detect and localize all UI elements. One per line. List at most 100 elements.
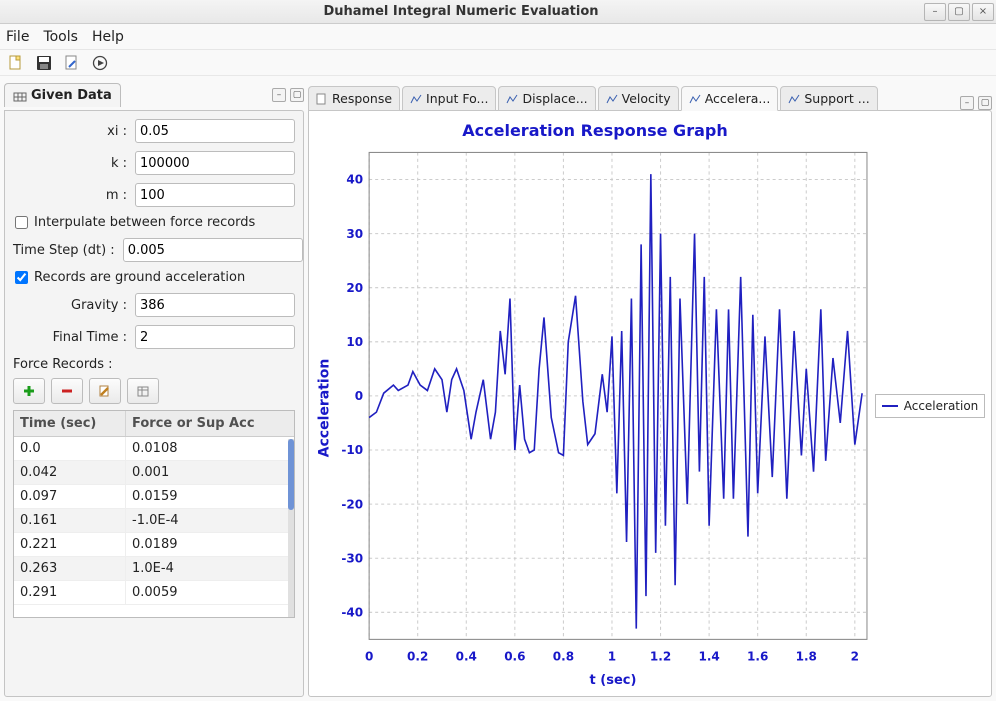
- menu-tools[interactable]: Tools: [43, 29, 78, 45]
- dt-label: Time Step (dt) :: [13, 243, 123, 258]
- cell-force: 0.0189: [126, 533, 294, 556]
- svg-text:20: 20: [346, 281, 363, 295]
- chart-icon: [606, 93, 618, 105]
- cell-time: 0.263: [14, 557, 126, 580]
- table-row[interactable]: 0.2910.0059: [14, 581, 294, 605]
- menu-file[interactable]: File: [6, 29, 29, 45]
- panel-minimize-icon[interactable]: –: [272, 88, 286, 102]
- force-records-label: Force Records :: [13, 357, 295, 372]
- table-row[interactable]: 0.2631.0E-4: [14, 557, 294, 581]
- svg-text:40: 40: [346, 172, 363, 186]
- table-row[interactable]: 0.0970.0159: [14, 485, 294, 509]
- window-title: Duhamel Integral Numeric Evaluation: [0, 4, 922, 19]
- svg-text:0.2: 0.2: [407, 649, 428, 663]
- ground-accel-checkbox[interactable]: [15, 271, 28, 284]
- title-bar: Duhamel Integral Numeric Evaluation – ▢ …: [0, 0, 996, 24]
- tab-response[interactable]: Response: [308, 86, 400, 111]
- cell-force: 0.0059: [126, 581, 294, 604]
- m-input[interactable]: [135, 183, 295, 207]
- tab-displacement[interactable]: Displace...: [498, 86, 595, 111]
- svg-text:0: 0: [365, 649, 373, 663]
- m-label: m :: [13, 188, 135, 203]
- document-icon: [316, 93, 328, 105]
- chart-icon: [788, 93, 800, 105]
- svg-text:1.2: 1.2: [650, 649, 671, 663]
- chart-icon: [410, 93, 422, 105]
- chart-legend: Acceleration: [875, 394, 986, 418]
- maximize-button[interactable]: ▢: [948, 3, 970, 21]
- svg-text:-40: -40: [341, 605, 363, 619]
- chart-plot: 00.20.40.60.811.21.41.61.82-40-30-20-100…: [333, 144, 875, 671]
- svg-text:0: 0: [355, 389, 363, 403]
- svg-text:1: 1: [608, 649, 616, 663]
- remove-record-button[interactable]: [51, 378, 83, 404]
- col-time-header: Time (sec): [14, 411, 126, 436]
- gravity-label: Gravity :: [13, 298, 135, 313]
- svg-text:0.6: 0.6: [504, 649, 525, 663]
- svg-text:1.6: 1.6: [747, 649, 768, 663]
- cell-time: 0.161: [14, 509, 126, 532]
- cell-force: 0.001: [126, 461, 294, 484]
- xi-input[interactable]: [135, 119, 295, 143]
- menu-help[interactable]: Help: [92, 29, 124, 45]
- table-row[interactable]: 0.00.0108: [14, 437, 294, 461]
- chart-title: Acceleration Response Graph: [315, 121, 875, 140]
- svg-text:-10: -10: [341, 443, 363, 457]
- new-file-icon[interactable]: [6, 53, 26, 73]
- y-axis-label: Acceleration: [316, 358, 332, 457]
- final-time-label: Final Time :: [13, 330, 135, 345]
- records-table[interactable]: Time (sec) Force or Sup Acc 0.00.01080.0…: [13, 410, 295, 618]
- tab-acceleration[interactable]: Accelera...: [681, 86, 779, 111]
- chart-icon: [689, 93, 701, 105]
- svg-text:0.4: 0.4: [456, 649, 478, 663]
- import-record-button[interactable]: [127, 378, 159, 404]
- add-record-button[interactable]: [13, 378, 45, 404]
- dt-input[interactable]: [123, 238, 303, 262]
- svg-text:2: 2: [851, 649, 859, 663]
- legend-label: Acceleration: [904, 399, 979, 413]
- close-button[interactable]: ×: [972, 3, 994, 21]
- edit-record-button[interactable]: [89, 378, 121, 404]
- cell-time: 0.291: [14, 581, 126, 604]
- menu-bar: File Tools Help: [0, 24, 996, 50]
- k-label: k :: [13, 156, 135, 171]
- svg-text:30: 30: [346, 227, 363, 241]
- svg-text:-30: -30: [341, 551, 363, 565]
- interpolate-checkbox[interactable]: [15, 216, 28, 229]
- xi-label: xi :: [13, 124, 135, 139]
- cell-force: 0.0159: [126, 485, 294, 508]
- tab-velocity[interactable]: Velocity: [598, 86, 679, 111]
- panel-maximize-icon[interactable]: ▢: [290, 88, 304, 102]
- col-force-header: Force or Sup Acc: [126, 411, 294, 436]
- final-time-input[interactable]: [135, 325, 295, 349]
- x-axis-label: t (sec): [315, 671, 875, 690]
- table-row[interactable]: 0.2210.0189: [14, 533, 294, 557]
- chart-icon: [506, 93, 518, 105]
- minimize-button[interactable]: –: [924, 3, 946, 21]
- tab-input-force[interactable]: Input Fo...: [402, 86, 496, 111]
- svg-text:10: 10: [346, 335, 363, 349]
- open-icon[interactable]: [62, 53, 82, 73]
- given-data-panel: xi : k : m : Interpulate between force r…: [4, 110, 304, 697]
- given-data-tab[interactable]: Given Data: [4, 83, 121, 107]
- cell-force: 0.0108: [126, 437, 294, 460]
- table-row[interactable]: 0.161-1.0E-4: [14, 509, 294, 533]
- toolbar: [0, 50, 996, 76]
- interpolate-label: Interpulate between force records: [34, 215, 255, 230]
- cell-time: 0.042: [14, 461, 126, 484]
- k-input[interactable]: [135, 151, 295, 175]
- cell-time: 0.097: [14, 485, 126, 508]
- tab-support[interactable]: Support ...: [780, 86, 877, 111]
- table-row[interactable]: 0.0420.001: [14, 461, 294, 485]
- chart-panel-maximize-icon[interactable]: ▢: [978, 96, 992, 110]
- run-icon[interactable]: [90, 53, 110, 73]
- legend-line-icon: [882, 405, 898, 407]
- chart-panel: Acceleration Response Graph Acceleration…: [308, 110, 992, 697]
- given-data-tab-label: Given Data: [31, 88, 112, 103]
- gravity-input[interactable]: [135, 293, 295, 317]
- cell-time: 0.0: [14, 437, 126, 460]
- save-icon[interactable]: [34, 53, 54, 73]
- table-scrollbar[interactable]: [288, 439, 294, 617]
- svg-text:1.8: 1.8: [796, 649, 817, 663]
- chart-panel-minimize-icon[interactable]: –: [960, 96, 974, 110]
